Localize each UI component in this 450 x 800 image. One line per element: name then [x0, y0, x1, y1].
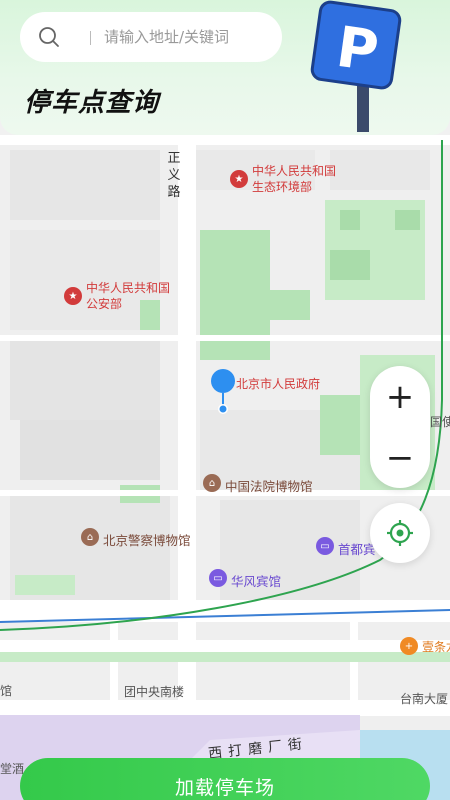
load-parking-button[interactable]: 加载停车场	[20, 758, 430, 800]
locate-button[interactable]	[370, 503, 430, 563]
poi-label-capital-hotel[interactable]: 首都宾	[338, 539, 376, 558]
zoom-out-button[interactable]: −	[370, 427, 430, 488]
poi-label-ministry-env[interactable]: 中华人民共和国 生态环境部	[252, 163, 336, 195]
locate-icon	[387, 520, 413, 546]
hotel-poi-icon[interactable]: ▭	[316, 537, 334, 555]
zoom-control: + −	[370, 366, 430, 488]
government-poi-icon[interactable]: ★	[230, 170, 248, 188]
government-poi-icon[interactable]: ★	[64, 287, 82, 305]
poi-label-ministry-ps[interactable]: 中华人民共和国 公安部	[86, 280, 170, 312]
museum-poi-icon[interactable]: ⌂	[81, 528, 99, 546]
hotel-poi-icon[interactable]: ▭	[209, 569, 227, 587]
poi-label-tuanzhongyang[interactable]: 团中央南楼	[124, 683, 184, 700]
location-pin-icon[interactable]	[206, 367, 244, 417]
poi-label-court-museum[interactable]: 中国法院博物馆	[225, 476, 313, 495]
search-divider	[90, 31, 91, 45]
poi-label-guoji[interactable]: 国使	[430, 413, 450, 430]
museum-poi-icon[interactable]: ⌂	[203, 474, 221, 492]
page-title: 停车点查询	[24, 88, 160, 118]
search-bar[interactable]	[20, 12, 282, 62]
search-icon	[39, 27, 59, 47]
poi-label-left-tangjiu[interactable]: 堂酒	[0, 760, 24, 777]
road-label-zhengyi: 正 义 路	[167, 151, 181, 200]
poi-label-police-museum[interactable]: 北京警察博物馆	[103, 530, 191, 549]
poi-label-tainan[interactable]: 台南大厦	[400, 690, 448, 707]
poi-label-yitiao[interactable]: 壹条龙	[422, 638, 450, 655]
parking-sign-icon: P	[310, 0, 402, 132]
poi-label-city-gov[interactable]: 北京市人民政府	[236, 376, 320, 392]
zoom-in-button[interactable]: +	[370, 366, 430, 427]
search-input[interactable]	[104, 12, 274, 62]
poi-label-left-guan[interactable]: 馆	[0, 682, 12, 699]
shop-poi-icon[interactable]: +	[400, 637, 418, 655]
poi-label-huafeng-hotel[interactable]: 华风宾馆	[231, 571, 281, 590]
header: 停车点查询 P	[0, 0, 450, 135]
